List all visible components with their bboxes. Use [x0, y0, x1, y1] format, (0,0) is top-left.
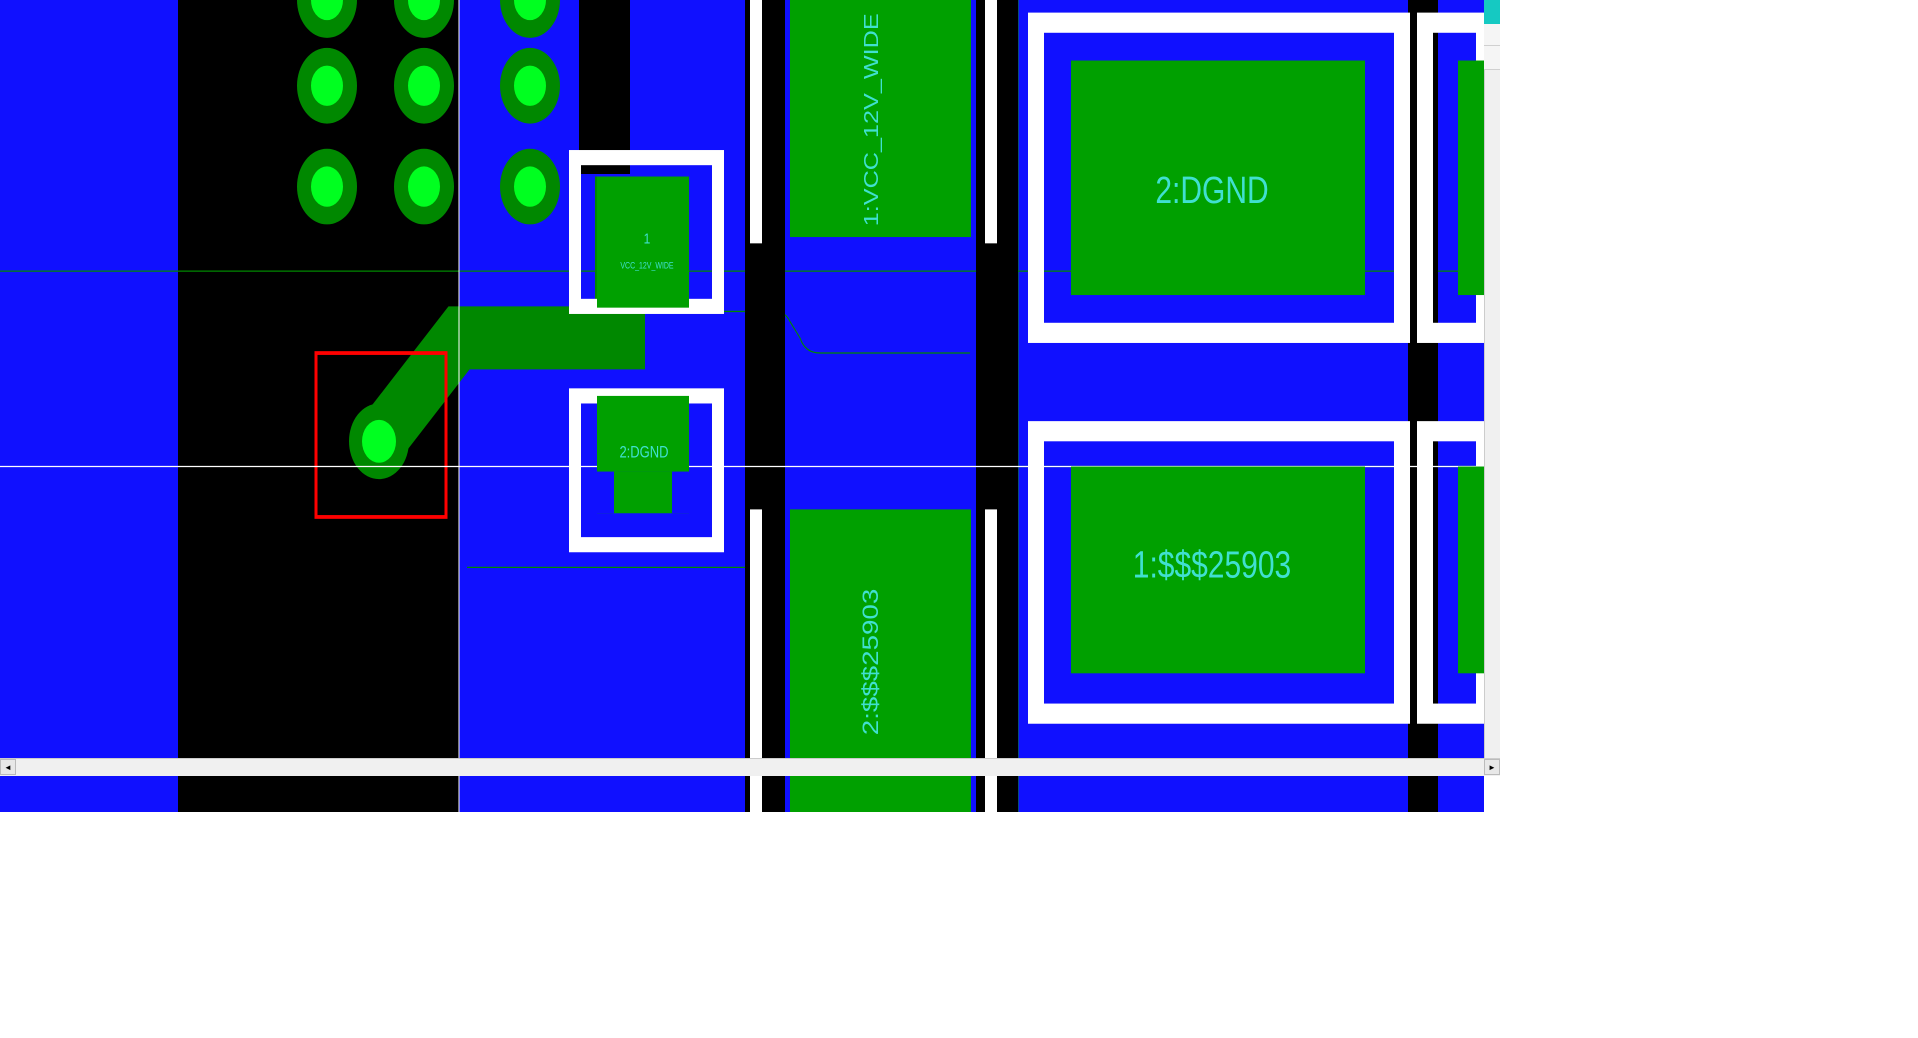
pad-2-label: 2:DGND [619, 444, 668, 462]
big-25903-label: 1:$$$25903 [1133, 544, 1291, 586]
vertical-scrollbar[interactable] [1484, 70, 1500, 758]
horizontal-scrollbar[interactable]: ◄ ► [0, 758, 1500, 776]
pcb-canvas[interactable]: 1 VCC_12V_WIDE 2:DGND 1:VCC_12V_WIDE 2:$… [0, 0, 1484, 812]
net-vcc-label: 1:VCC_12V_WIDE [860, 13, 883, 226]
pad-1-net: VCC_12V_WIDE [620, 261, 673, 271]
scroll-right-button[interactable]: ► [1484, 759, 1500, 775]
net-25903-2-label: 2:$$$25903 [859, 589, 884, 735]
pad-1-number: 1 [644, 230, 651, 247]
big-dgnd-label: 2:DGND [1155, 170, 1268, 212]
scroll-left-button[interactable]: ◄ [0, 759, 16, 775]
